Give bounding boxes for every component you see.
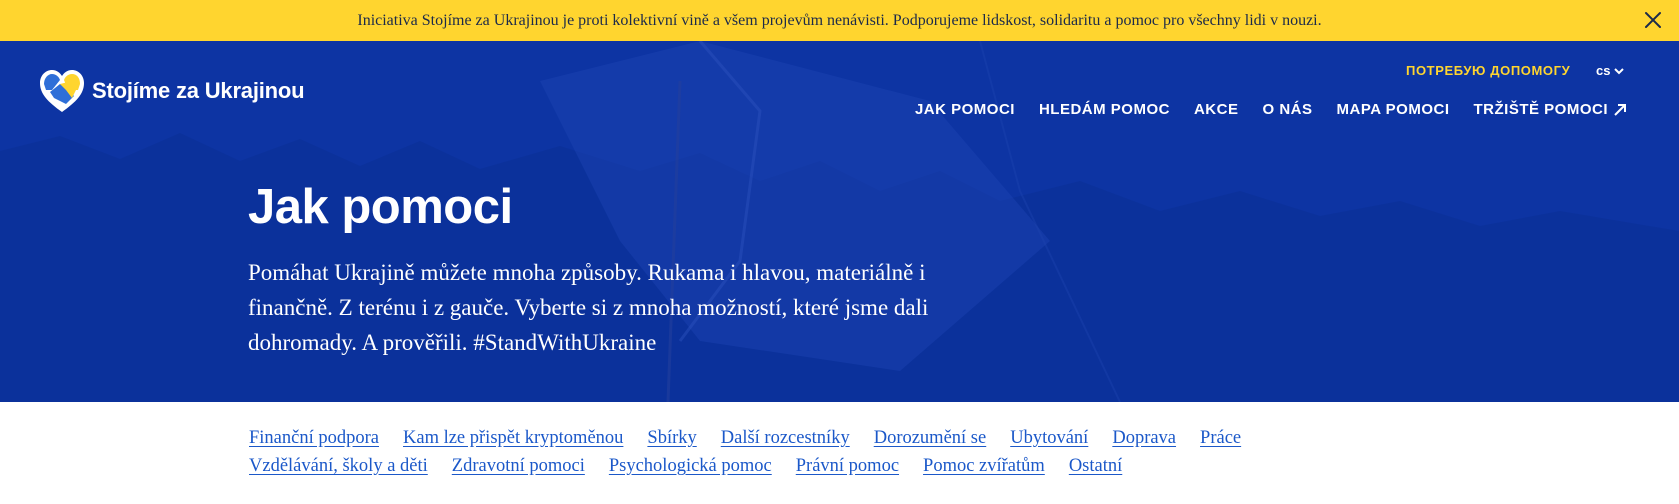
chevron-down-icon [1614,67,1625,74]
nav-item-label: TRŽIŠTĚ POMOCI [1473,101,1608,118]
category-link[interactable]: Pomoc zvířatům [923,452,1045,480]
category-link[interactable]: Psychologická pomoc [609,452,772,480]
nav-item-hledam-pomoc[interactable]: HLEDÁM POMOC [1039,101,1170,118]
category-link[interactable]: Vzdělávání, školy a děti [249,452,428,480]
nav-item-mapa-pomoci[interactable]: MAPA POMOCI [1337,101,1450,118]
nav-item-akce[interactable]: AKCE [1194,101,1239,118]
category-links: Finanční podpora Kam lze přispět kryptom… [249,424,1389,480]
category-link[interactable]: Práce [1200,424,1241,452]
category-link[interactable]: Ubytování [1010,424,1088,452]
nav-item-o-nas[interactable]: O NÁS [1262,101,1312,118]
intro-text: Pomáhat Ukrajině můžete mnoha způsoby. R… [248,260,929,355]
language-code: cs [1596,63,1611,78]
category-link[interactable]: Ostatní [1069,452,1122,480]
nav-item-label: HLEDÁM POMOC [1038,101,1170,118]
category-link[interactable]: Sbírky [647,424,696,452]
category-links-row: Finanční podpora Kam lze přispět kryptom… [249,424,1389,452]
category-links-row: Vzdělávání, školy a děti Zdravotní pomoc… [249,452,1389,480]
heart-handshake-icon [40,70,84,112]
category-link[interactable]: Doprava [1112,424,1176,452]
site-logo[interactable]: Stojíme za Ukrajinou [38,68,305,114]
nav-item-label: JAK POMOCI [914,101,1015,118]
announcement-banner: Iniciativa Stojíme za Ukrajinou je proti… [0,0,1679,41]
category-link[interactable]: Finanční podpora [249,424,379,452]
nav-item-label: MAPA POMOCI [1336,101,1450,118]
main-nav: JAK POMOCI HLEDÁM POMOC AKCE O NÁS MAPA … [891,101,1627,118]
category-link[interactable]: Zdravotní pomoci [452,452,585,480]
hero-section: Stojíme za Ukrajinou ПОТРЕБУЮ ДОПОМОГУ c… [0,41,1679,402]
category-link[interactable]: Další rozcestníky [721,424,850,452]
close-icon[interactable] [1641,8,1665,32]
nav-item-jak-pomoci[interactable]: JAK POMOCI [915,101,1015,118]
language-selector[interactable]: cs [1596,63,1625,78]
need-help-link[interactable]: ПОТРЕБУЮ ДОПОМОГУ [1406,63,1570,78]
page-title: Jak pomoci [248,180,513,234]
category-link[interactable]: Kam lze přispět kryptoměnou [403,424,623,452]
external-arrow-icon [1614,103,1626,116]
nav-item-label: AKCE [1193,101,1239,118]
nav-item-trziste-pomoci[interactable]: TRŽIŠTĚ POMOCI [1474,101,1628,118]
nav-item-label: O NÁS [1262,101,1313,118]
site-name: Stojíme za Ukrajinou [92,78,305,103]
category-link[interactable]: Dorozumění se [874,424,987,452]
category-link[interactable]: Právní pomoc [796,452,899,480]
banner-text: Iniciativa Stojíme za Ukrajinou je proti… [357,11,1322,29]
